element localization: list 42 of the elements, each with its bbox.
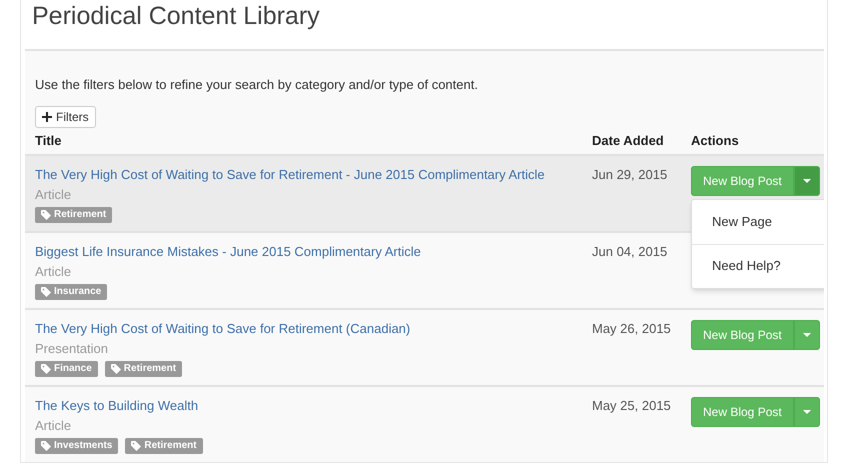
intro-text: Use the filters below to refine your search by category and/or type of content. bbox=[34, 76, 479, 94]
new-blog-post-button[interactable]: New Blog Post bbox=[691, 166, 794, 196]
category-tag[interactable]: Retirement bbox=[104, 360, 182, 376]
date-cell-text: Jun 29, 2015 bbox=[592, 166, 668, 184]
date-cell-text: May 25, 2015 bbox=[592, 396, 672, 415]
category-tag[interactable]: Retirement bbox=[125, 438, 203, 454]
dropdown-toggle[interactable] bbox=[794, 396, 820, 426]
content-type: Presentation bbox=[35, 340, 109, 356]
category-tag[interactable]: Retirement bbox=[35, 206, 112, 222]
column-header: Date Added bbox=[592, 132, 665, 150]
category-tag[interactable]: Insurance bbox=[35, 284, 108, 300]
new-blog-post-button[interactable]: New Blog Post bbox=[691, 396, 794, 426]
article-link[interactable]: The Very High Cost of Waiting to Save for Retirement - June 2015 Complimentary Article bbox=[35, 166, 592, 182]
caret-icon bbox=[802, 410, 811, 414]
caret-icon bbox=[802, 332, 811, 336]
caret-icon bbox=[802, 178, 811, 182]
article-link[interactable]: Biggest Life Insurance Mistakes - June 2015 Complimentary Article bbox=[35, 244, 592, 260]
dropdown-toggle[interactable] bbox=[794, 320, 820, 350]
date-cell-text: Jun 04, 2015 bbox=[592, 242, 668, 260]
plus-icon bbox=[42, 112, 52, 122]
category-tag[interactable]: Finance bbox=[35, 360, 98, 376]
tag-icon bbox=[41, 286, 51, 296]
article-link[interactable]: The Very High Cost of Waiting to Save for Retirement (Canadian) bbox=[35, 320, 592, 336]
tag-icon bbox=[41, 364, 51, 374]
content-type: Article bbox=[35, 186, 72, 202]
menu-item[interactable]: Need Help? bbox=[692, 244, 824, 286]
category-tag[interactable]: Investments bbox=[35, 438, 118, 454]
new-blog-post-button[interactable]: New Blog Post bbox=[691, 320, 794, 350]
content-type: Article bbox=[35, 264, 72, 280]
page-title: Periodical Content Library bbox=[31, 1, 321, 31]
content-type: Article bbox=[35, 418, 72, 434]
filters-button[interactable]: Filters bbox=[35, 106, 96, 128]
dropdown-toggle[interactable] bbox=[794, 166, 820, 196]
tag-icon bbox=[41, 440, 51, 450]
date-cell-text: May 26, 2015 bbox=[592, 320, 672, 338]
menu-item[interactable]: New Page bbox=[692, 200, 824, 244]
tag-icon bbox=[110, 364, 121, 374]
tag-icon bbox=[41, 210, 51, 220]
column-header: Title bbox=[34, 132, 62, 150]
tag-icon bbox=[131, 440, 142, 450]
column-header: Actions bbox=[691, 132, 739, 150]
article-link[interactable]: The Keys to Building Wealth bbox=[35, 398, 592, 414]
